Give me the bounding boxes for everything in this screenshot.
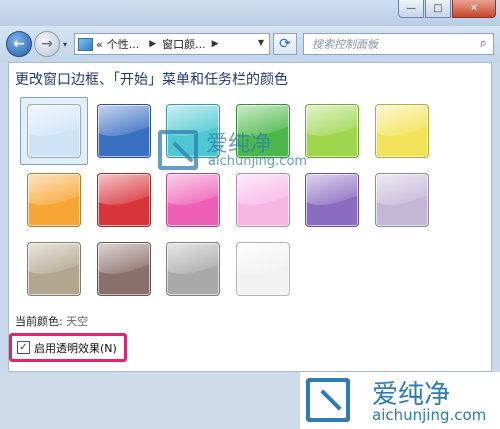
current-color-label: 当前颜色: <box>15 315 63 328</box>
search-placeholder: 搜索控制面板 <box>312 38 378 51</box>
color-swatch[interactable] <box>375 104 429 158</box>
refresh-button[interactable]: ⟳ <box>273 33 297 55</box>
watermark-domain: aichunjing.com <box>208 154 308 169</box>
breadcrumb-overflow[interactable]: « <box>96 38 103 51</box>
search-input[interactable]: 搜索控制面板 ⌕ <box>303 33 494 55</box>
color-swatch[interactable] <box>96 104 151 158</box>
color-swatch[interactable] <box>96 173 151 227</box>
maximize-button[interactable]: □ <box>425 0 451 18</box>
color-swatch[interactable] <box>375 173 429 227</box>
main-content: 更改窗口边框、「开始」菜单和任务栏的颜色 当前颜色: 天空 ✓ 启用透明效果(N… <box>8 62 492 372</box>
color-swatch[interactable] <box>96 242 151 296</box>
title-bar: — □ ✕ <box>0 0 500 26</box>
back-button[interactable]: ← <box>6 31 32 57</box>
watermark-corner: 爱纯净 aichunjing.com <box>300 372 500 429</box>
color-swatch[interactable] <box>305 173 360 227</box>
watermark: 爱纯净 aichunjing.com <box>158 128 328 178</box>
watermark-logo-icon <box>306 378 350 422</box>
transparency-option[interactable]: ✓ 启用透明效果(N) <box>9 333 127 362</box>
close-button[interactable]: ✕ <box>452 0 496 18</box>
watermark-logo-icon <box>158 130 198 170</box>
transparency-label: 启用透明效果(N) <box>34 341 117 355</box>
color-swatch[interactable] <box>27 104 81 158</box>
watermark-domain: aichunjing.com <box>372 406 487 424</box>
minimize-button[interactable]: — <box>398 0 424 18</box>
color-swatch[interactable] <box>27 173 81 227</box>
color-swatch[interactable] <box>166 242 221 296</box>
search-icon[interactable]: ⌕ <box>480 36 487 51</box>
current-color: 当前颜色: 天空 <box>15 313 88 329</box>
recent-pages-dropdown[interactable]: ▾ <box>63 40 67 49</box>
page-title: 更改窗口边框、「开始」菜单和任务栏的颜色 <box>15 72 288 88</box>
forward-button[interactable]: → <box>34 31 60 57</box>
window-controls: — □ ✕ <box>398 0 496 18</box>
navigation-bar: ← → ▾ « 个性... ▶ 窗口颜... ▶ ▼ ⟳ 搜索控制面板 ⌕ <box>0 26 500 62</box>
color-swatch[interactable] <box>166 173 221 227</box>
transparency-checkbox[interactable]: ✓ <box>17 341 30 354</box>
color-swatch[interactable] <box>235 173 290 227</box>
breadcrumb-personalize[interactable]: 个性... <box>107 36 140 52</box>
breadcrumb-separator-icon[interactable]: ▶ <box>149 39 156 49</box>
address-bar[interactable]: « 个性... ▶ 窗口颜... ▶ ▼ <box>74 33 270 55</box>
control-panel-icon <box>78 37 93 51</box>
breadcrumb-window-color[interactable]: 窗口颜... <box>162 36 206 52</box>
color-swatch[interactable] <box>27 242 81 296</box>
current-color-value: 天空 <box>66 315 89 328</box>
address-dropdown-icon[interactable]: ▼ <box>258 38 264 47</box>
breadcrumb-separator-icon[interactable]: ▶ <box>212 39 219 49</box>
color-swatch[interactable] <box>235 242 290 296</box>
